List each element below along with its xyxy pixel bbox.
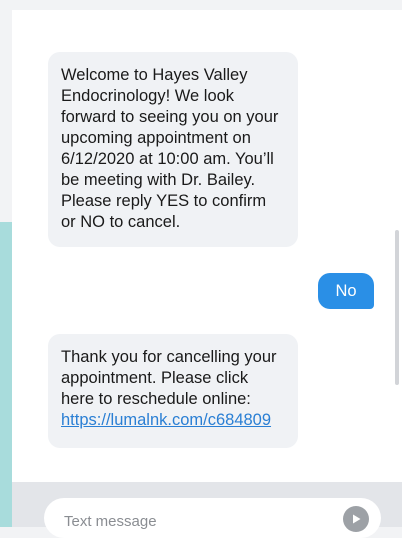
outgoing-message-bubble: No <box>318 273 374 309</box>
incoming-message-bubble: Welcome to Hayes Valley Endocrinology! W… <box>48 52 298 247</box>
message-text: Welcome to Hayes Valley Endocrinology! W… <box>61 66 279 231</box>
scrollbar[interactable] <box>395 230 399 385</box>
send-arrow-icon <box>353 514 361 524</box>
background-accent-strip <box>0 222 12 527</box>
message-composer: Text message <box>12 482 402 538</box>
reschedule-link[interactable]: https://lumalnk.com/c684809 <box>61 411 271 429</box>
sms-conversation: Welcome to Hayes Valley Endocrinology! W… <box>12 10 402 538</box>
send-button[interactable] <box>343 506 369 532</box>
message-text: No <box>335 281 357 300</box>
incoming-message-bubble: Thank you for cancelling your appointmen… <box>48 334 298 448</box>
text-message-input[interactable]: Text message <box>44 498 381 538</box>
input-placeholder: Text message <box>64 513 157 530</box>
message-text: Thank you for cancelling your appointmen… <box>61 348 277 408</box>
